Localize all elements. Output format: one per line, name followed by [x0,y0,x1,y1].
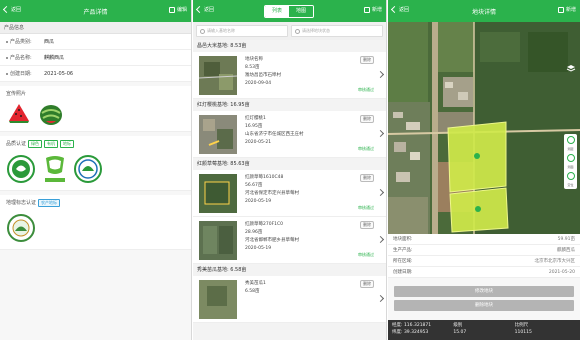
photos-block: 宣传照片 [0,86,191,132]
field-row: 创建日期: 2021-05-06 [0,66,191,82]
layers-icon[interactable] [566,64,576,74]
delete-button[interactable]: 删除 [360,174,374,182]
delete-plot-button[interactable]: 删除地块 [394,300,574,311]
page-title: 产品详情 [83,9,108,16]
plot-detail-panel: 返回 地块详情 新增 测距 测面 定位 地块面积: 59.91亩 生产产品: 麒… [388,0,580,340]
geo-logo [73,152,103,186]
edit-icon [168,6,175,13]
list-item[interactable]: 红灯樱桃1 16.95亩 山东省济宁市任城区西王庄村 2020-05-21 删除 审核… [193,111,386,158]
section-title: 产品信息 [0,22,191,34]
add-icon [557,6,564,13]
delete-button[interactable]: 删除 [360,221,374,229]
add-button[interactable]: 新增 [557,6,576,13]
plot-thumbnail [199,115,237,154]
chevron-right-icon [376,294,385,303]
status-search-input[interactable]: 请选择地块状态 [291,25,383,37]
field-row: 产品类别: 西瓜 [0,34,191,50]
edit-plot-button[interactable]: 修改地块 [394,286,574,297]
plot-thumbnail [199,280,237,319]
search-row: 请输入基地名称 请选择地块状态 [193,22,386,40]
info-row: 地块面积: 59.91亩 [388,234,580,245]
measure-distance-icon[interactable] [566,136,575,144]
plot-list-panel: 返回 列表 地图 新增 请输入基地名称 请选择地块状态 昌邑大米基地: 8.53… [193,0,387,340]
map-status-bar: 经度: 116.321871 纬度: 39.324953 级别 15.07 比例尺 1… [388,320,580,340]
geo-title: 地理标志认证 [6,200,37,206]
add-button[interactable]: 新增 [363,6,382,13]
watermelon-photo[interactable] [37,101,64,127]
cert-title: 品质认证 [6,141,27,147]
delete-button[interactable]: 删除 [360,115,374,123]
plot-info: 地块面积: 59.91亩 生产产品: 麒麟西瓜 所在区域: 北京市北京市大兴区 创建日… [388,234,580,278]
chevron-left-icon [195,5,204,14]
group-header: 秀美苗瓜基地: 6.58亩 [193,264,386,276]
info-row: 所在区域: 北京市北京市大兴区 [388,256,580,267]
header-bar: 返回 产品详情 编辑 [0,0,191,22]
chevron-right-icon [376,70,385,79]
photos-title: 宣传照片 [6,91,27,97]
chevron-right-icon [376,129,385,138]
geo-tag: 农产地标 [38,199,61,207]
list-item[interactable]: 红颜草莓270F1C0 28.96亩 河北省邯郸市肥乡县草莓村 2020-05-19 … [193,217,386,264]
tab-map[interactable]: 地图 [289,6,313,17]
map-toolbar: 测距 测面 定位 [564,134,577,189]
status-badge: 审核通过 [358,205,374,210]
info-row: 创建日期: 2021-05-20 [388,267,580,278]
cert-tag: 绿色 [28,140,43,148]
action-buttons: 修改地块 删除地块 [388,280,580,317]
group-header: 昌邑大米基地: 8.53亩 [193,40,386,52]
field-row: 产品名称: 麒麟西瓜 [0,50,191,66]
tab-list[interactable]: 列表 [265,6,289,17]
locate-icon[interactable] [566,172,575,180]
group-header: 红颜草莓基地: 85.63亩 [193,158,386,170]
list-item[interactable]: 地块名称 8.53亩 潍坊昌邑市石埠村 2020-09-04 删除 审核通过 [193,52,386,99]
search-icon [295,28,300,34]
green-food-logo [6,152,36,186]
header-bar: 返回 地块详情 新增 [388,0,580,22]
quality-cert-block: 品质认证 绿色 有机 地标 [0,136,191,191]
search-icon [200,28,205,34]
delete-button[interactable]: 删除 [360,56,374,64]
add-icon [363,6,370,13]
plot-thumbnail [199,174,237,213]
geo-cert-block: 地理标志认证 农产地标 [0,195,191,250]
group-header: 红灯樱桃基地: 16.95亩 [193,99,386,111]
edit-button[interactable]: 编辑 [168,6,187,13]
organic-logo [40,152,70,186]
cert-tag: 有机 [44,140,59,148]
back-button[interactable]: 返回 [195,5,214,14]
plot-thumbnail [199,56,237,95]
view-toggle: 列表 地图 [264,5,314,18]
header-bar: 返回 列表 地图 新增 [193,0,386,22]
status-badge: 审核通过 [358,87,374,92]
list-item[interactable]: 红颜草莓1610C48 56.67亩 河北省保定市定兴县草莓村 2020-05-19 … [193,170,386,217]
chevron-right-icon [376,188,385,197]
cert-tag: 地标 [60,140,75,148]
status-badge: 审核通过 [358,252,374,257]
list-item[interactable]: 秀美苗瓜1 6.58亩 删除 [193,276,386,323]
base-search-input[interactable]: 请输入基地名称 [196,25,288,37]
product-detail-panel: 返回 产品详情 编辑 产品信息 产品类别: 西瓜 产品名称: 麒麟西瓜 创建日期: 2… [0,0,192,340]
plot-thumbnail [199,221,237,260]
satellite-map[interactable]: 测距 测面 定位 [388,22,580,234]
geo-indication-logo [6,211,36,245]
info-row: 生产产品: 麒麟西瓜 [388,245,580,256]
watermelon-photo[interactable] [6,101,32,127]
status-badge: 审核通过 [358,146,374,151]
chevron-right-icon [376,235,385,244]
measure-area-icon[interactable] [566,154,575,162]
delete-button[interactable]: 删除 [360,280,374,288]
page-title: 地块详情 [471,9,496,16]
